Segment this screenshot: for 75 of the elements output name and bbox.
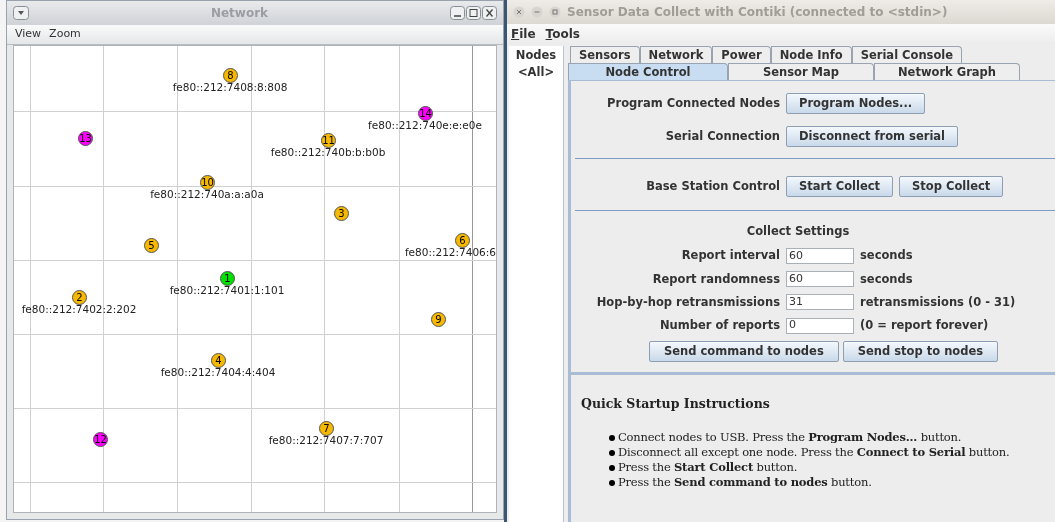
- window-menu-icon[interactable]: [13, 6, 29, 20]
- instruction-text: Connect nodes to USB. Press the Program Nodes... button.: [618, 428, 962, 446]
- tab[interactable]: Network Graph: [874, 63, 1020, 80]
- row-label: Serial Connection: [664, 127, 780, 145]
- node-marker[interactable]: 5: [144, 238, 159, 253]
- row-label: Program Connected Nodes: [606, 94, 780, 112]
- close-icon[interactable]: [513, 6, 525, 18]
- tab[interactable]: Serial Console: [851, 46, 963, 63]
- tab[interactable]: Sensor Map: [728, 63, 874, 80]
- field-label: Report interval: [680, 247, 780, 265]
- node-marker[interactable]: 9: [431, 312, 446, 327]
- field-unit: seconds: [860, 247, 913, 265]
- collect-button[interactable]: Stop Collect: [899, 176, 1004, 197]
- section-title: Collect Settings: [745, 223, 851, 240]
- node-address: fe80::212:7401:1:101: [169, 284, 285, 296]
- tab[interactable]: Network: [639, 46, 713, 63]
- input-field[interactable]: 60: [786, 271, 854, 288]
- menu-item[interactable]: Zoom: [49, 26, 81, 43]
- node-address: fe80::212:740a:a:a0a: [150, 188, 264, 200]
- tab[interactable]: Node Control: [568, 63, 728, 80]
- field-unit: seconds: [860, 270, 913, 288]
- bullet-icon: [609, 464, 615, 471]
- tab[interactable]: Node Info: [770, 46, 852, 63]
- bullet-icon: [609, 434, 615, 441]
- instruction-text: Disconnect all except one node. Press the Connect to Serial button.: [618, 443, 1010, 461]
- field-label: Hop-by-hop retransmissions: [595, 293, 780, 311]
- list-title: Nodes: [515, 47, 557, 64]
- node-marker[interactable]: 3: [334, 206, 349, 221]
- node-address: fe80::212:7406:6: [404, 246, 496, 258]
- close-icon[interactable]: [482, 6, 497, 20]
- program-nodes-button[interactable]: Program Nodes...: [786, 93, 926, 114]
- serial-button[interactable]: Disconnect from serial: [786, 126, 959, 147]
- minimize-icon[interactable]: [450, 6, 465, 20]
- input-field[interactable]: 0: [786, 317, 854, 334]
- tab[interactable]: Power: [712, 46, 771, 63]
- node-marker[interactable]: 13: [78, 131, 93, 146]
- node-address: fe80::212:740b:b:b0b: [270, 146, 386, 158]
- field-label: Number of reports: [658, 317, 780, 334]
- window-title: Network: [209, 5, 270, 22]
- node-address: fe80::212:740e:e:e0e: [368, 119, 482, 131]
- maximize-icon[interactable]: [466, 6, 481, 20]
- field-unit: (0 = report forever): [860, 317, 989, 334]
- node-marker[interactable]: 8: [223, 68, 238, 83]
- node-marker[interactable]: 12: [93, 432, 108, 447]
- input-field[interactable]: 60: [786, 247, 854, 264]
- list-item[interactable]: <All>: [517, 64, 555, 82]
- bullet-icon: [609, 479, 615, 486]
- instruction-text: Press the Send command to nodes button.: [618, 473, 872, 491]
- instruction-text: Press the Start Collect button.: [618, 458, 798, 476]
- menu-item[interactable]: Tools: [545, 25, 580, 43]
- node-marker[interactable]: 2: [72, 290, 87, 305]
- bullet-icon: [609, 449, 615, 456]
- send-button[interactable]: Send command to nodes: [649, 341, 839, 363]
- node-marker[interactable]: 1: [220, 271, 235, 286]
- node-address: fe80::212:7404:4:404: [160, 366, 276, 378]
- collect-button[interactable]: Start Collect: [786, 176, 894, 197]
- node-marker[interactable]: 14: [418, 106, 433, 121]
- node-marker[interactable]: 6: [455, 233, 470, 248]
- window-title: Sensor Data Collect with Contiki (connected to <stdin>): [567, 4, 948, 21]
- field-label: Report randomness: [651, 270, 780, 288]
- node-address: fe80::212:7402:2:202: [21, 303, 137, 315]
- input-field[interactable]: 31: [786, 294, 854, 311]
- send-button[interactable]: Send stop to nodes: [842, 341, 999, 363]
- tab[interactable]: Sensors: [570, 46, 640, 63]
- menu-item[interactable]: File: [511, 25, 536, 43]
- node-marker[interactable]: 11: [321, 133, 336, 148]
- menu-item[interactable]: View: [15, 26, 42, 43]
- node-address: fe80::212:7408:8:808: [172, 81, 288, 93]
- instructions-title: Quick Startup Instructions: [581, 395, 771, 414]
- row-label: Base Station Control: [645, 177, 780, 195]
- node-marker[interactable]: 4: [211, 353, 226, 368]
- node-marker[interactable]: 10: [200, 175, 215, 190]
- field-unit: retransmissions (0 - 31): [860, 293, 1016, 311]
- node-address: fe80::212:7407:7:707: [268, 434, 384, 446]
- node-marker[interactable]: 7: [319, 421, 334, 436]
